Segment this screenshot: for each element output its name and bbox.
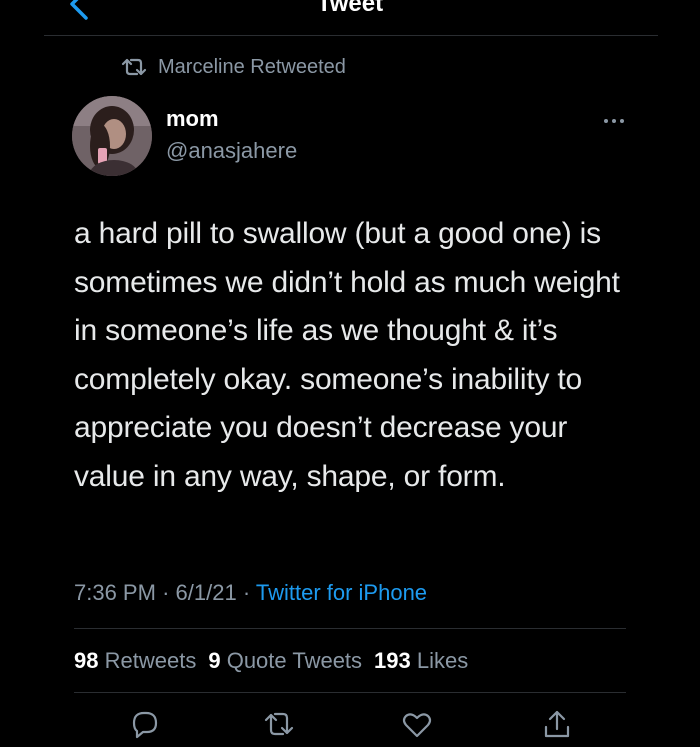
top-bar: Tweet — [0, 0, 700, 36]
retweet-context-label: Marceline Retweeted — [158, 55, 346, 78]
likes-stat[interactable]: 193 Likes — [374, 648, 468, 674]
quote-tweets-label: Quote Tweets — [226, 648, 363, 673]
tweet-date: 6/1/21 — [175, 580, 237, 605]
author-handle[interactable]: @anasjahere — [166, 138, 297, 164]
author-name[interactable]: mom — [166, 106, 219, 132]
quote-tweets-count: 9 — [208, 648, 221, 673]
avatar[interactable] — [72, 96, 152, 176]
divider — [74, 628, 626, 629]
like-button[interactable] — [400, 708, 434, 742]
retweets-label: Retweets — [104, 648, 197, 673]
likes-count: 193 — [374, 648, 411, 673]
retweet-icon — [264, 712, 294, 736]
retweet-context[interactable]: Marceline Retweeted — [120, 54, 346, 80]
share-button[interactable] — [540, 708, 574, 742]
more-horizontal-icon — [604, 119, 624, 123]
action-bar — [0, 708, 700, 739]
divider — [74, 692, 626, 693]
reply-icon — [132, 711, 158, 739]
reply-button[interactable] — [128, 708, 162, 742]
share-icon — [544, 710, 570, 738]
tweet-meta: 7:36 PM · 6/1/21 · Twitter for iPhone — [74, 580, 427, 606]
meta-separator: · — [242, 580, 251, 605]
retweet-icon — [121, 58, 147, 76]
avatar-photo — [72, 96, 152, 176]
retweet-button[interactable] — [262, 708, 296, 742]
meta-separator: · — [162, 580, 170, 605]
retweets-stat[interactable]: 98 Retweets — [74, 648, 196, 674]
more-button[interactable] — [600, 112, 628, 130]
quote-tweets-stat[interactable]: 9 Quote Tweets — [208, 648, 362, 674]
tweet-time: 7:36 PM — [74, 580, 156, 605]
header-divider — [44, 35, 658, 36]
likes-label: Likes — [416, 648, 469, 673]
retweets-count: 98 — [74, 648, 99, 673]
tweet-source-link[interactable]: Twitter for iPhone — [256, 580, 427, 605]
page-title: Tweet — [316, 0, 384, 17]
heart-icon — [402, 713, 432, 738]
tweet-stats: 98 Retweets 9 Quote Tweets 193 Likes — [74, 648, 468, 674]
tweet-text: a hard pill to swallow (but a good one) … — [74, 217, 620, 493]
